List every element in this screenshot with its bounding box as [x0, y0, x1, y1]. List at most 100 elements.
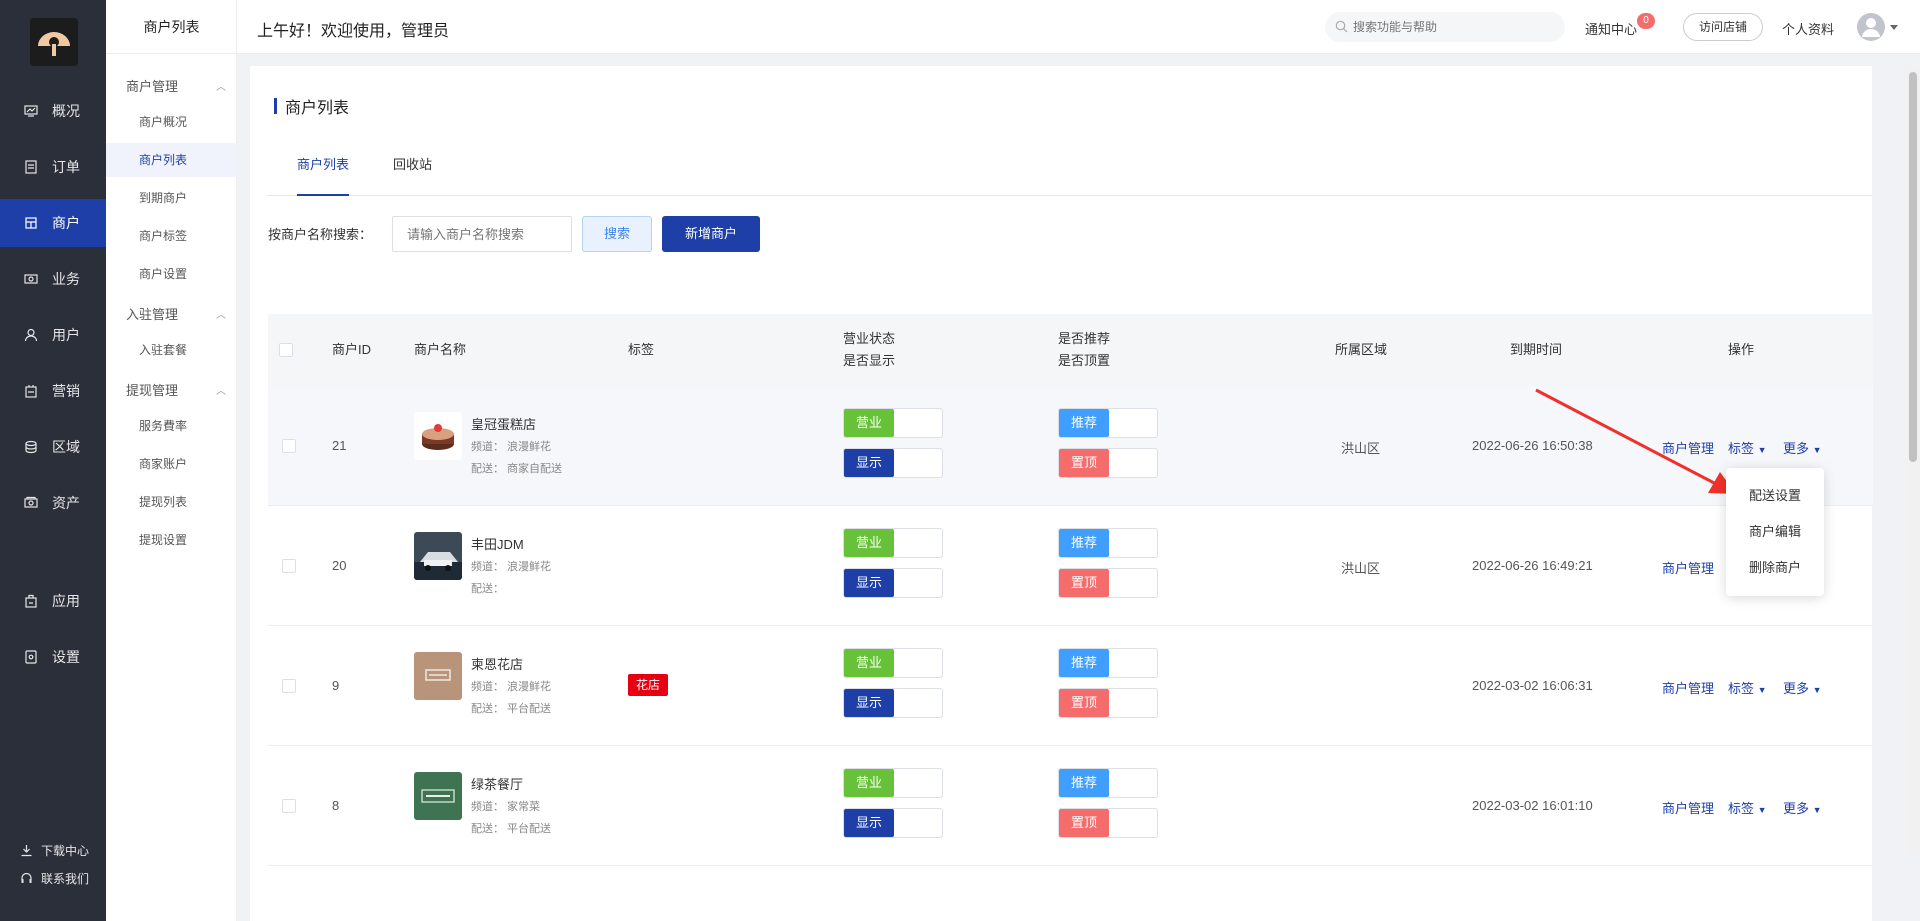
sub-item-merchant-settings[interactable]: 商户设置	[106, 257, 237, 291]
nav-item-merchants[interactable]: 商户	[0, 199, 106, 247]
contact-label: 联系我们	[41, 872, 90, 886]
switch-label: 推荐	[1059, 769, 1109, 797]
sub-sidebar: 商户列表 商户管理 ︿ 商户概况 商户列表 到期商户 商户标签 商户设置 入驻管…	[106, 0, 237, 921]
sub-item-withdrawal-settings[interactable]: 提现设置	[106, 523, 237, 557]
merchant-name-search-input[interactable]	[392, 216, 572, 252]
nav-item-orders[interactable]: 订单	[0, 143, 106, 191]
more-actions-menu: 配送设置 商户编辑 删除商户	[1726, 468, 1824, 596]
open-status-switch[interactable]: 营业	[843, 408, 943, 438]
add-merchant-button[interactable]: 新增商户	[662, 216, 760, 252]
nav-label: 应用	[52, 593, 80, 609]
sub-item-merchant-tags[interactable]: 商户标签	[106, 219, 237, 253]
sub-item-merchant-overview[interactable]: 商户概况	[106, 105, 237, 139]
row-checkbox[interactable]	[282, 439, 296, 453]
nav-item-assets[interactable]: 资产	[0, 479, 106, 527]
nav-item-settings[interactable]: 设置	[0, 633, 106, 681]
nav-item-business[interactable]: 业务	[0, 255, 106, 303]
main-sidebar: 概况 订单 商户 业务 用户 营销 区域 资产 应用 设置 下载中心 联系我们	[0, 0, 106, 921]
switch-label: 营业	[844, 649, 894, 677]
recommend-switch[interactable]: 推荐	[1058, 408, 1158, 438]
logo-icon	[30, 18, 78, 66]
tag-dropdown[interactable]: 标签 ▼	[1728, 678, 1767, 697]
sub-item-merchant-list[interactable]: 商户列表	[106, 143, 237, 177]
sub-item-service-rate[interactable]: 服务費率	[106, 409, 237, 443]
nav-item-marketing[interactable]: 营销	[0, 367, 106, 415]
show-status-switch[interactable]: 显示	[843, 448, 943, 478]
row-checkbox[interactable]	[282, 799, 296, 813]
open-status-switch[interactable]: 营业	[843, 648, 943, 678]
show-status-switch[interactable]: 显示	[843, 688, 943, 718]
tag-dropdown[interactable]: 标签 ▼	[1728, 438, 1767, 457]
header-tag: 标签	[628, 342, 655, 357]
menu-item-edit-merchant[interactable]: 商户编辑	[1726, 514, 1824, 550]
more-dropdown[interactable]: 更多 ▼	[1783, 438, 1822, 457]
merchant-name[interactable]: 绿茶餐厅	[471, 774, 523, 793]
more-dropdown[interactable]: 更多 ▼	[1783, 678, 1822, 697]
page-scrollbar[interactable]	[1906, 66, 1920, 856]
download-label: 下载中心	[41, 844, 90, 858]
top-switch[interactable]: 置顶	[1058, 448, 1158, 478]
tab-merchant-list[interactable]: 商户列表	[297, 152, 350, 196]
recommend-switch[interactable]: 推荐	[1058, 768, 1158, 798]
merchant-manage-link[interactable]: 商户管理	[1662, 558, 1714, 577]
switch-label: 推荐	[1059, 409, 1109, 437]
merchant-name[interactable]: 柬恩花店	[471, 654, 523, 673]
top-switch[interactable]: 置顶	[1058, 568, 1158, 598]
avatar[interactable]	[1856, 12, 1886, 42]
more-dropdown[interactable]: 更多 ▼	[1783, 798, 1822, 817]
merchant-manage-link[interactable]: 商户管理	[1662, 798, 1714, 817]
chevron-up-icon: ︿	[216, 386, 226, 397]
switch-label: 置顶	[1059, 809, 1109, 837]
recommend-switch[interactable]: 推荐	[1058, 528, 1158, 558]
sub-group-withdrawal[interactable]: 提现管理 ︿	[126, 380, 226, 399]
asset-icon	[24, 496, 38, 508]
sub-group-onboarding[interactable]: 入驻管理 ︿	[126, 304, 226, 323]
merchant-id: 20	[332, 558, 347, 573]
select-all-checkbox[interactable]	[279, 343, 293, 357]
merchant-manage-link[interactable]: 商户管理	[1662, 438, 1714, 457]
menu-item-delete-merchant[interactable]: 删除商户	[1726, 550, 1824, 586]
contact-us-link[interactable]: 联系我们	[20, 870, 89, 887]
recommend-switch[interactable]: 推荐	[1058, 648, 1158, 678]
tab-recycle-bin[interactable]: 回收站	[393, 152, 432, 196]
merchant-region: 洪山区	[1341, 561, 1381, 576]
sub-item-merchant-account[interactable]: 商家账户	[106, 447, 237, 481]
sub-item-expired-merchants[interactable]: 到期商户	[106, 181, 237, 215]
row-checkbox[interactable]	[282, 679, 296, 693]
top-switch[interactable]: 置顶	[1058, 808, 1158, 838]
download-center-link[interactable]: 下载中心	[20, 842, 89, 859]
show-status-switch[interactable]: 显示	[843, 808, 943, 838]
business-icon	[24, 274, 38, 284]
app-icon	[25, 594, 37, 608]
more-label: 更多	[1783, 801, 1810, 816]
search-button[interactable]: 搜索	[582, 216, 652, 252]
visit-store-button[interactable]: 访问店铺	[1683, 13, 1763, 41]
merchant-manage-link[interactable]: 商户管理	[1662, 678, 1714, 697]
merchant-thumbnail	[414, 772, 462, 820]
profile-link[interactable]: 个人资料	[1782, 19, 1834, 38]
notification-center-link[interactable]: 通知中心	[1585, 19, 1637, 38]
sub-group-label: 商户管理	[126, 79, 179, 94]
open-status-switch[interactable]: 营业	[843, 528, 943, 558]
top-switch[interactable]: 置顶	[1058, 688, 1158, 718]
sub-item-withdrawal-list[interactable]: 提现列表	[106, 485, 237, 519]
nav-item-overview[interactable]: 概况	[0, 87, 106, 135]
nav-item-region[interactable]: 区域	[0, 423, 106, 471]
merchant-name[interactable]: 皇冠蛋糕店	[471, 414, 536, 433]
nav-item-apps[interactable]: 应用	[0, 577, 106, 625]
switch-label: 显示	[844, 809, 894, 837]
show-status-switch[interactable]: 显示	[843, 568, 943, 598]
tag-label: 标签	[1728, 441, 1755, 456]
merchant-name[interactable]: 丰田JDM	[471, 534, 524, 553]
global-search-input[interactable]	[1325, 12, 1565, 42]
nav-item-users[interactable]: 用户	[0, 311, 106, 359]
sub-item-onboarding-plans[interactable]: 入驻套餐	[106, 333, 237, 367]
tag-dropdown[interactable]: 标签 ▼	[1728, 798, 1767, 817]
open-status-switch[interactable]: 营业	[843, 768, 943, 798]
sub-group-merchant-management[interactable]: 商户管理 ︿	[126, 76, 226, 95]
menu-item-delivery-settings[interactable]: 配送设置	[1726, 478, 1824, 514]
scrollbar-thumb[interactable]	[1909, 72, 1917, 462]
table-row: 9 柬恩花店 频道： 浪漫鲜花 配送： 平台配送 花店 营业 显示 推荐 置顶 …	[268, 626, 1873, 746]
row-checkbox[interactable]	[282, 559, 296, 573]
order-icon	[25, 160, 37, 174]
